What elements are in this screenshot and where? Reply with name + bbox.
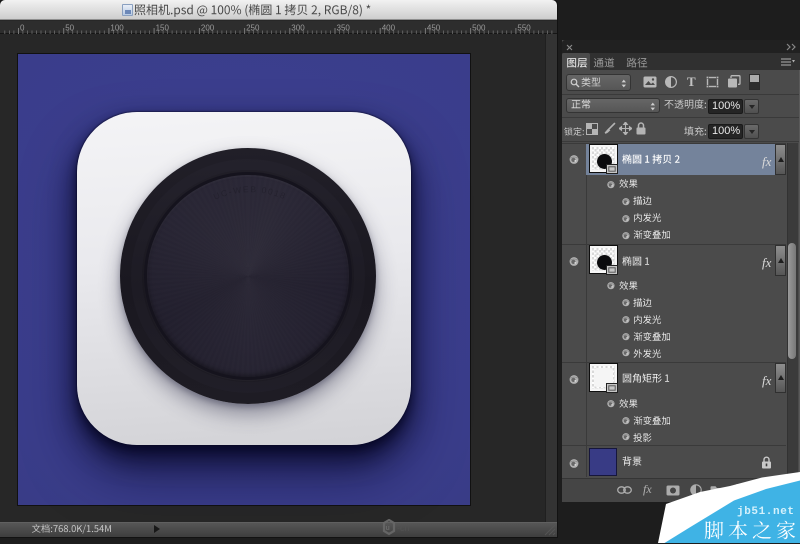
svg-text:UC-WEB 0018: UC-WEB 0018 xyxy=(212,184,288,202)
svg-text:u: u xyxy=(386,525,390,532)
svg-text:-cn: -cn xyxy=(397,523,410,533)
svg-text:550: 550 xyxy=(517,24,531,33)
svg-text:500: 500 xyxy=(472,24,486,33)
svg-text:T: T xyxy=(687,75,696,88)
